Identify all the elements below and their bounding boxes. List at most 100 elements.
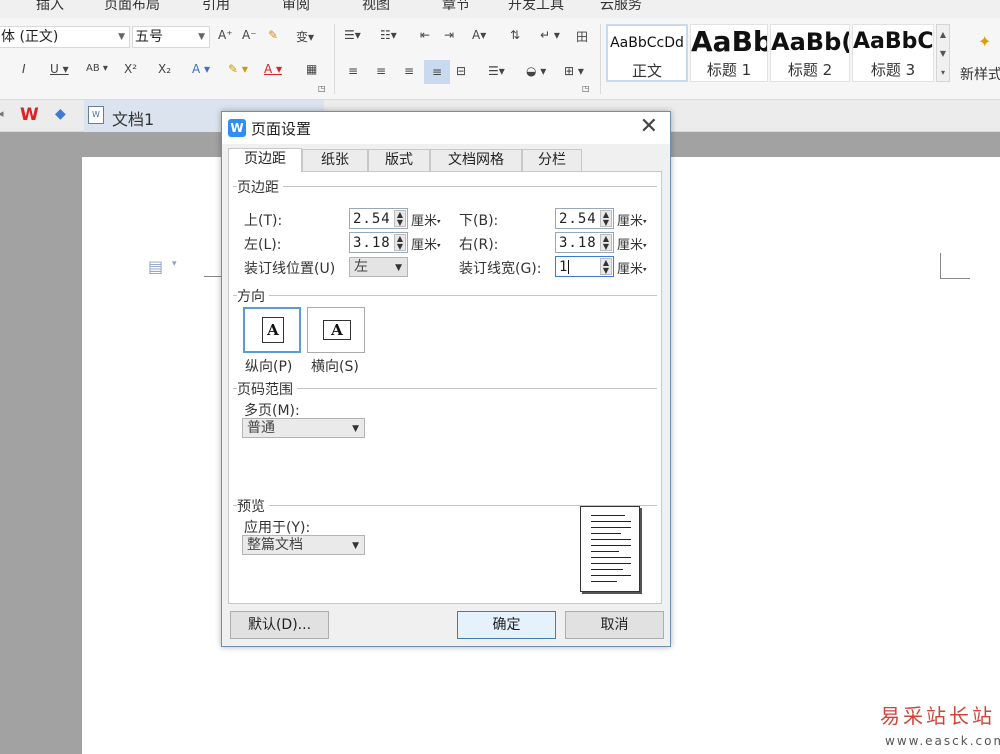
bottom-margin-field[interactable]: 2.54 ▲ ▼ [555, 208, 614, 229]
margins-group-title: 页边距 [237, 177, 283, 197]
shading-icon[interactable]: ◒ ▾ [526, 64, 546, 78]
spinner-arrows-icon[interactable]: ▲ ▼ [600, 234, 612, 251]
chevron-down-icon: ▼ [395, 263, 402, 273]
font-size-combo[interactable]: 五号 ▼ [132, 26, 210, 48]
top-margin-unit[interactable]: 厘米▾ [411, 210, 441, 229]
table-icon[interactable]: 田 [576, 28, 588, 45]
distribute-icon[interactable]: ⊟ [456, 64, 466, 78]
numbered-list-icon[interactable]: ☷▾ [380, 28, 397, 42]
portrait-label[interactable]: 纵向(P) [245, 356, 292, 376]
subscript-icon[interactable]: X₂ [158, 62, 171, 76]
right-margin-field[interactable]: 3.18 ▲ ▼ [555, 232, 614, 253]
spinner-arrows-icon[interactable]: ▲ ▼ [600, 258, 612, 275]
style-heading-1[interactable]: AaBb 标题 1 [690, 24, 768, 82]
text-caret [568, 260, 569, 274]
margin-mark [940, 278, 970, 279]
orientation-group-title: 方向 [237, 286, 269, 306]
decrease-indent-icon[interactable]: ⇤ [420, 28, 430, 42]
char-shading-icon[interactable]: ▦ [306, 62, 317, 76]
menu-page-layout[interactable]: 页面布局 [104, 0, 160, 14]
sort-icon[interactable]: ⇅ [510, 28, 520, 42]
apply-to-select[interactable]: 整篇文档 ▼ [242, 535, 365, 555]
gutter-width-field[interactable]: 1 ▲ ▼ [555, 256, 614, 277]
cube-icon[interactable]: ◆ [55, 106, 66, 122]
menu-cloud[interactable]: 云服务 [600, 0, 642, 14]
new-style-label[interactable]: 新样式 [960, 64, 1000, 84]
launcher-icon[interactable]: ◳ [582, 84, 590, 93]
tab-doc-grid[interactable]: 文档网格 [430, 149, 522, 171]
show-marks-icon[interactable]: ↵ ▾ [540, 28, 560, 42]
dialog-body: 页边距 纸张 版式 文档网格 分栏 页边距 上(T): 2.54 ▲ ▼ 厘米▾ … [222, 144, 670, 646]
chinese-layout-icon[interactable]: A▾ [472, 28, 486, 42]
shrink-font-icon[interactable]: A⁻ [242, 28, 257, 42]
gutter-width-label: 装订线宽(G): [459, 261, 542, 277]
increase-indent-icon[interactable]: ⇥ [444, 28, 454, 42]
menu-developer[interactable]: 开发工具 [508, 0, 564, 14]
justify-icon[interactable]: ≡ [424, 60, 450, 84]
tab-columns[interactable]: 分栏 [522, 149, 582, 171]
left-margin-field[interactable]: 3.18 ▲ ▼ [349, 232, 408, 253]
menu-view[interactable]: 视图 [362, 0, 390, 14]
left-margin-unit[interactable]: 厘米▾ [411, 234, 441, 253]
multiple-pages-select[interactable]: 普通 ▼ [242, 418, 365, 438]
wps-logo-icon[interactable]: W [20, 105, 39, 125]
grow-font-icon[interactable]: A⁺ [218, 28, 233, 42]
font-size-value: 五号 [135, 29, 163, 45]
portrait-button[interactable]: A [243, 307, 301, 353]
cancel-button[interactable]: 取消 [565, 611, 664, 639]
phonetic-icon[interactable]: 变▾ [296, 28, 314, 45]
dialog-titlebar[interactable]: W 页面设置 ✕ [222, 112, 670, 144]
top-margin-label: 上(T): [244, 213, 283, 229]
strikethrough-icon[interactable]: AB ▾ [86, 63, 108, 74]
style-heading-3[interactable]: AaBbC 标题 3 [852, 24, 934, 82]
chevron-left-icon[interactable]: ◂ [0, 107, 4, 120]
highlight-icon[interactable]: ✎ ▾ [228, 62, 248, 76]
spinner-arrows-icon[interactable]: ▲ ▼ [600, 210, 612, 227]
launcher-icon[interactable]: ◳ [318, 84, 326, 93]
close-icon[interactable]: ✕ [640, 114, 658, 139]
paragraph-icon[interactable]: ▤ [148, 257, 163, 276]
right-margin-unit[interactable]: 厘米▾ [617, 234, 647, 253]
landscape-page-icon: A [323, 320, 351, 340]
superscript-icon[interactable]: X² [124, 62, 137, 76]
bottom-margin-unit[interactable]: 厘米▾ [617, 210, 647, 229]
style-heading-2[interactable]: AaBb( 标题 2 [770, 24, 850, 82]
menu-insert[interactable]: 插入 [36, 0, 64, 14]
chevron-down-icon[interactable]: ▾ [172, 259, 177, 269]
new-style-icon[interactable]: ✦ [978, 32, 991, 51]
align-right-icon[interactable]: ≡ [404, 64, 414, 78]
menu-references[interactable]: 引用 [202, 0, 230, 14]
gutter-width-unit[interactable]: 厘米▾ [617, 258, 647, 277]
spinner-arrows-icon[interactable]: ▲ ▼ [394, 210, 406, 227]
tab-paper[interactable]: 纸张 [302, 149, 368, 171]
apply-to-label: 应用于(Y): [244, 520, 311, 536]
gutter-position-select[interactable]: 左 ▼ [349, 257, 408, 277]
style-normal[interactable]: AaBbCcDd 正文 [606, 24, 688, 82]
ok-button[interactable]: 确定 [457, 611, 556, 639]
default-button[interactable]: 默认(D)... [230, 611, 329, 639]
underline-icon[interactable]: U ▾ [50, 62, 69, 76]
clear-format-icon[interactable]: ✎ [268, 28, 278, 42]
font-color-icon[interactable]: A ▾ [264, 62, 282, 76]
landscape-label[interactable]: 横向(S) [311, 356, 359, 376]
tab-layout[interactable]: 版式 [368, 149, 430, 171]
align-left-icon[interactable]: ≡ [348, 64, 358, 78]
tab-margins[interactable]: 页边距 [228, 148, 302, 172]
menu-review[interactable]: 审阅 [282, 0, 310, 14]
borders-icon[interactable]: ⊞ ▾ [564, 64, 584, 78]
landscape-button[interactable]: A [307, 307, 365, 353]
font-name-combo[interactable]: 体 (正文) ▼ [0, 26, 130, 48]
chevron-down-icon: ▼ [352, 424, 359, 434]
margin-mark [204, 276, 222, 277]
multiple-pages-label: 多页(M): [244, 403, 300, 419]
align-center-icon[interactable]: ≡ [376, 64, 386, 78]
page-setup-dialog: W 页面设置 ✕ 页边距 纸张 版式 文档网格 分栏 页边距 上(T): 2.5… [221, 111, 671, 647]
spinner-arrows-icon[interactable]: ▲ ▼ [394, 234, 406, 251]
top-margin-field[interactable]: 2.54 ▲ ▼ [349, 208, 408, 229]
text-effect-icon[interactable]: A ▾ [192, 62, 210, 76]
italic-icon[interactable]: I [22, 62, 26, 76]
line-spacing-icon[interactable]: ☰▾ [488, 64, 505, 78]
bullet-list-icon[interactable]: ☰▾ [344, 28, 361, 42]
style-scroll[interactable]: ▲ ▼ ▾ [936, 24, 950, 82]
menu-chapter[interactable]: 章节 [442, 0, 470, 14]
